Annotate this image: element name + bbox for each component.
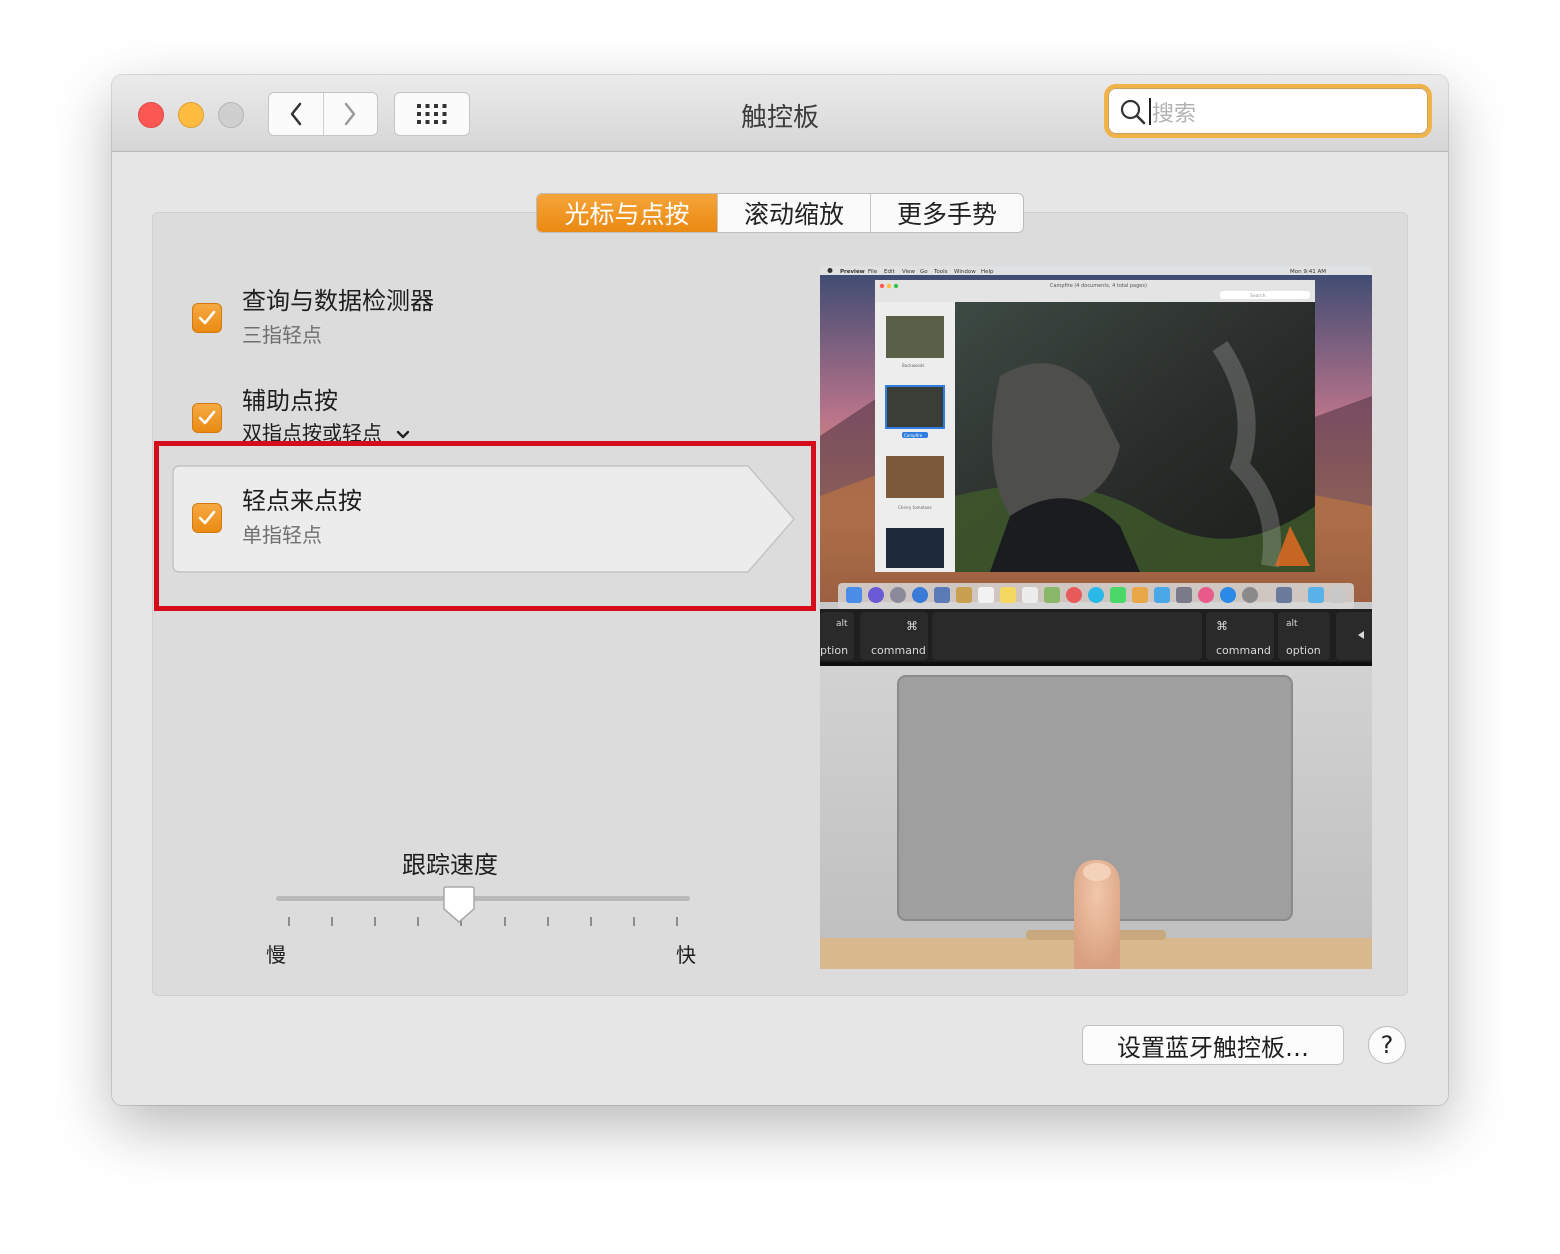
slider-ticks	[288, 917, 678, 927]
slider-min-label: 慢	[266, 943, 286, 967]
menu-item: File	[868, 269, 878, 275]
tab-bar: 光标与点按 滚动缩放 更多手势	[536, 193, 1024, 233]
slider-tick	[288, 917, 290, 926]
lookup-checkbox[interactable]	[192, 303, 222, 333]
key-alt-label: alt	[1286, 619, 1298, 629]
thumb-caption: Cherry tomatoes	[898, 505, 932, 510]
search-placeholder: 搜索	[1152, 102, 1197, 127]
help-button[interactable]: ?	[1368, 1026, 1406, 1064]
tab-more-gestures[interactable]: 更多手势	[870, 194, 1023, 232]
key-command-label: command	[871, 644, 926, 657]
slider-tick	[374, 917, 376, 926]
checkmark-icon	[198, 310, 216, 325]
key-option-label: option	[1286, 644, 1321, 657]
slider-thumb[interactable]	[442, 885, 476, 925]
preview-doc-title: Campfire (4 documents, 4 total pages)	[1050, 283, 1147, 289]
key-command-symbol: ⌘	[906, 619, 918, 633]
tab-scroll-zoom[interactable]: 滚动缩放	[717, 194, 870, 232]
slider-tick	[590, 917, 592, 926]
thumb-caption: Campfire	[904, 433, 923, 438]
key-alt-label: alt	[836, 619, 848, 629]
slider-tick	[676, 917, 678, 926]
key-option-label: ption	[820, 644, 848, 657]
menu-clock: Mon 9:41 AM	[1290, 269, 1326, 275]
gesture-preview: Preview File Edit View Go Tools Window H…	[820, 266, 1372, 969]
menu-item: Window	[954, 269, 976, 275]
menu-item: Go	[920, 269, 928, 275]
preview-search-hint: Search	[1250, 293, 1266, 299]
titlebar: 触控板 搜索	[112, 75, 1448, 152]
option-subtitle: 三指轻点	[242, 323, 322, 347]
thumb-caption: Backwoods	[902, 363, 925, 368]
menu-item: Help	[981, 269, 994, 275]
menu-item: Tools	[933, 269, 948, 275]
annotation-highlight-box	[154, 441, 816, 611]
slider-tick	[331, 917, 333, 926]
option-title: 查询与数据检测器	[242, 287, 434, 315]
secondary-click-checkbox[interactable]	[192, 403, 222, 433]
search-icon	[1120, 99, 1146, 125]
slider-tick	[504, 917, 506, 926]
slider-tick	[633, 917, 635, 926]
menu-item: Preview	[840, 269, 865, 275]
tracking-speed-slider[interactable]	[276, 896, 690, 901]
checkmark-icon	[198, 410, 216, 425]
key-command-label: command	[1216, 644, 1271, 657]
slider-max-label: 快	[676, 943, 696, 967]
search-field[interactable]: 搜索	[1108, 88, 1428, 134]
menu-item: View	[902, 269, 916, 275]
slider-tick	[547, 917, 549, 926]
preferences-window: 触控板 搜索 光标与点按 滚动缩放 更多手势 查询与数据检测器 三指轻点 辅助点…	[112, 75, 1448, 1105]
text-cursor	[1149, 98, 1151, 125]
chevron-down-icon	[397, 430, 410, 439]
setup-bluetooth-trackpad-button[interactable]: 设置蓝牙触控板…	[1082, 1025, 1344, 1065]
menu-item: Edit	[884, 269, 895, 275]
preview-illustration: Preview File Edit View Go Tools Window H…	[820, 266, 1372, 969]
option-title: 辅助点按	[242, 387, 338, 415]
tracking-speed-label: 跟踪速度	[402, 851, 498, 879]
key-command-symbol: ⌘	[1216, 619, 1228, 633]
slider-tick	[417, 917, 419, 926]
tab-point-and-click[interactable]: 光标与点按	[537, 194, 717, 232]
